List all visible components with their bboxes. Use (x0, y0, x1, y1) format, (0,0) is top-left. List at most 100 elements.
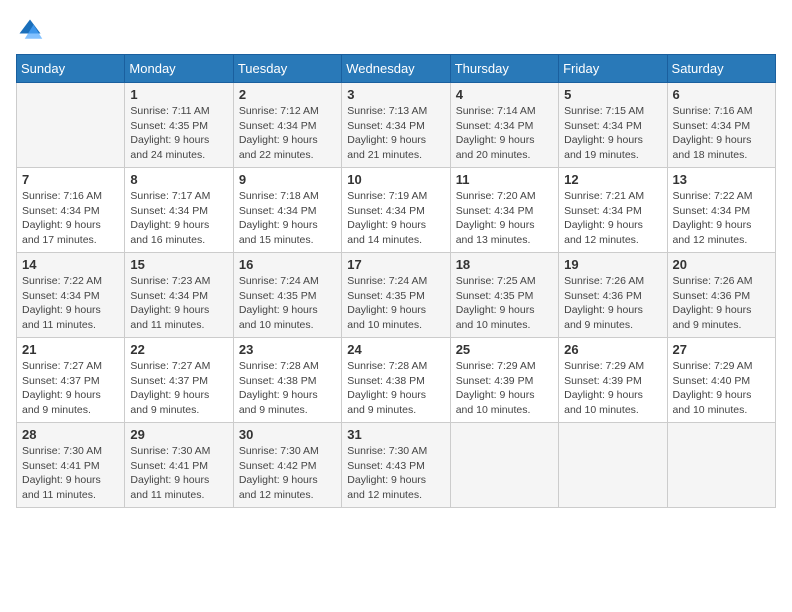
day-info: Sunrise: 7:23 AMSunset: 4:34 PMDaylight:… (130, 274, 227, 333)
day-number: 15 (130, 257, 227, 272)
calendar-cell: 21 Sunrise: 7:27 AMSunset: 4:37 PMDayligh… (17, 338, 125, 423)
column-header-monday: Monday (125, 55, 233, 83)
day-info: Sunrise: 7:29 AMSunset: 4:39 PMDaylight:… (564, 359, 661, 418)
calendar-week-row: 1 Sunrise: 7:11 AMSunset: 4:35 PMDaylight… (17, 83, 776, 168)
day-info: Sunrise: 7:14 AMSunset: 4:34 PMDaylight:… (456, 104, 553, 163)
day-info: Sunrise: 7:18 AMSunset: 4:34 PMDaylight:… (239, 189, 336, 248)
calendar-cell (559, 423, 667, 508)
day-number: 5 (564, 87, 661, 102)
day-number: 26 (564, 342, 661, 357)
column-header-sunday: Sunday (17, 55, 125, 83)
calendar-cell: 22 Sunrise: 7:27 AMSunset: 4:37 PMDayligh… (125, 338, 233, 423)
day-number: 28 (22, 427, 119, 442)
day-number: 24 (347, 342, 444, 357)
calendar-cell: 15 Sunrise: 7:23 AMSunset: 4:34 PMDayligh… (125, 253, 233, 338)
calendar-cell: 28 Sunrise: 7:30 AMSunset: 4:41 PMDayligh… (17, 423, 125, 508)
day-info: Sunrise: 7:28 AMSunset: 4:38 PMDaylight:… (239, 359, 336, 418)
calendar-table: SundayMondayTuesdayWednesdayThursdayFrid… (16, 54, 776, 508)
calendar-week-row: 7 Sunrise: 7:16 AMSunset: 4:34 PMDaylight… (17, 168, 776, 253)
day-info: Sunrise: 7:19 AMSunset: 4:34 PMDaylight:… (347, 189, 444, 248)
day-info: Sunrise: 7:26 AMSunset: 4:36 PMDaylight:… (564, 274, 661, 333)
column-header-tuesday: Tuesday (233, 55, 341, 83)
calendar-cell: 18 Sunrise: 7:25 AMSunset: 4:35 PMDayligh… (450, 253, 558, 338)
day-info: Sunrise: 7:26 AMSunset: 4:36 PMDaylight:… (673, 274, 770, 333)
calendar-cell: 25 Sunrise: 7:29 AMSunset: 4:39 PMDayligh… (450, 338, 558, 423)
calendar-week-row: 28 Sunrise: 7:30 AMSunset: 4:41 PMDayligh… (17, 423, 776, 508)
logo-icon (16, 16, 44, 44)
day-info: Sunrise: 7:16 AMSunset: 4:34 PMDaylight:… (673, 104, 770, 163)
calendar-cell: 20 Sunrise: 7:26 AMSunset: 4:36 PMDayligh… (667, 253, 775, 338)
calendar-cell: 30Sunrise: 7:30 AMSunset: 4:42 PMDayligh… (233, 423, 341, 508)
day-number: 13 (673, 172, 770, 187)
day-number: 23 (239, 342, 336, 357)
calendar-cell: 13 Sunrise: 7:22 AMSunset: 4:34 PMDayligh… (667, 168, 775, 253)
day-info: Sunrise: 7:16 AMSunset: 4:34 PMDaylight:… (22, 189, 119, 248)
calendar-cell: 26 Sunrise: 7:29 AMSunset: 4:39 PMDayligh… (559, 338, 667, 423)
day-info: Sunrise: 7:12 AMSunset: 4:34 PMDaylight:… (239, 104, 336, 163)
day-info: Sunrise: 7:28 AMSunset: 4:38 PMDaylight:… (347, 359, 444, 418)
calendar-cell: 10 Sunrise: 7:19 AMSunset: 4:34 PMDayligh… (342, 168, 450, 253)
day-info: Sunrise: 7:27 AMSunset: 4:37 PMDaylight:… (130, 359, 227, 418)
calendar-cell: 6 Sunrise: 7:16 AMSunset: 4:34 PMDaylight… (667, 83, 775, 168)
day-info: Sunrise: 7:21 AMSunset: 4:34 PMDaylight:… (564, 189, 661, 248)
day-info: Sunrise: 7:15 AMSunset: 4:34 PMDaylight:… (564, 104, 661, 163)
calendar-cell: 24 Sunrise: 7:28 AMSunset: 4:38 PMDayligh… (342, 338, 450, 423)
day-number: 19 (564, 257, 661, 272)
calendar-cell (450, 423, 558, 508)
day-number: 25 (456, 342, 553, 357)
calendar-week-row: 14Sunrise: 7:22 AMSunset: 4:34 PMDayligh… (17, 253, 776, 338)
calendar-cell: 31 Sunrise: 7:30 AMSunset: 4:43 PMDayligh… (342, 423, 450, 508)
day-info: Sunrise: 7:27 AMSunset: 4:37 PMDaylight:… (22, 359, 119, 418)
day-number: 7 (22, 172, 119, 187)
calendar-cell (17, 83, 125, 168)
day-number: 31 (347, 427, 444, 442)
day-number: 22 (130, 342, 227, 357)
day-info: Sunrise: 7:24 AMSunset: 4:35 PMDaylight:… (239, 274, 336, 333)
day-number: 4 (456, 87, 553, 102)
calendar-cell: 4 Sunrise: 7:14 AMSunset: 4:34 PMDaylight… (450, 83, 558, 168)
day-number: 20 (673, 257, 770, 272)
day-number: 12 (564, 172, 661, 187)
calendar-cell: 23 Sunrise: 7:28 AMSunset: 4:38 PMDayligh… (233, 338, 341, 423)
day-number: 29 (130, 427, 227, 442)
calendar-cell: 5 Sunrise: 7:15 AMSunset: 4:34 PMDaylight… (559, 83, 667, 168)
day-info: Sunrise: 7:29 AMSunset: 4:39 PMDaylight:… (456, 359, 553, 418)
day-info: Sunrise: 7:20 AMSunset: 4:34 PMDaylight:… (456, 189, 553, 248)
calendar-cell: 11 Sunrise: 7:20 AMSunset: 4:34 PMDayligh… (450, 168, 558, 253)
calendar-cell: 7 Sunrise: 7:16 AMSunset: 4:34 PMDaylight… (17, 168, 125, 253)
day-number: 8 (130, 172, 227, 187)
calendar-cell: 27Sunrise: 7:29 AMSunset: 4:40 PMDayligh… (667, 338, 775, 423)
column-header-friday: Friday (559, 55, 667, 83)
calendar-cell: 19 Sunrise: 7:26 AMSunset: 4:36 PMDayligh… (559, 253, 667, 338)
day-number: 18 (456, 257, 553, 272)
day-info: Sunrise: 7:17 AMSunset: 4:34 PMDaylight:… (130, 189, 227, 248)
calendar-cell: 9Sunrise: 7:18 AMSunset: 4:34 PMDaylight… (233, 168, 341, 253)
calendar-header-row: SundayMondayTuesdayWednesdayThursdayFrid… (17, 55, 776, 83)
column-header-thursday: Thursday (450, 55, 558, 83)
column-header-wednesday: Wednesday (342, 55, 450, 83)
day-info: Sunrise: 7:25 AMSunset: 4:35 PMDaylight:… (456, 274, 553, 333)
day-info: Sunrise: 7:30 AMSunset: 4:42 PMDaylight:… (239, 444, 336, 503)
calendar-cell: 14Sunrise: 7:22 AMSunset: 4:34 PMDayligh… (17, 253, 125, 338)
day-info: Sunrise: 7:22 AMSunset: 4:34 PMDaylight:… (22, 274, 119, 333)
day-info: Sunrise: 7:11 AMSunset: 4:35 PMDaylight:… (130, 104, 227, 163)
day-info: Sunrise: 7:30 AMSunset: 4:41 PMDaylight:… (22, 444, 119, 503)
day-number: 21 (22, 342, 119, 357)
day-number: 1 (130, 87, 227, 102)
day-info: Sunrise: 7:24 AMSunset: 4:35 PMDaylight:… (347, 274, 444, 333)
day-number: 10 (347, 172, 444, 187)
day-info: Sunrise: 7:13 AMSunset: 4:34 PMDaylight:… (347, 104, 444, 163)
day-info: Sunrise: 7:22 AMSunset: 4:34 PMDaylight:… (673, 189, 770, 248)
calendar-cell: 17 Sunrise: 7:24 AMSunset: 4:35 PMDayligh… (342, 253, 450, 338)
day-number: 6 (673, 87, 770, 102)
page-header (16, 16, 776, 44)
calendar-cell (667, 423, 775, 508)
calendar-week-row: 21 Sunrise: 7:27 AMSunset: 4:37 PMDayligh… (17, 338, 776, 423)
calendar-cell: 8 Sunrise: 7:17 AMSunset: 4:34 PMDaylight… (125, 168, 233, 253)
calendar-cell: 1 Sunrise: 7:11 AMSunset: 4:35 PMDaylight… (125, 83, 233, 168)
day-number: 17 (347, 257, 444, 272)
day-number: 27 (673, 342, 770, 357)
day-info: Sunrise: 7:30 AMSunset: 4:43 PMDaylight:… (347, 444, 444, 503)
day-number: 11 (456, 172, 553, 187)
calendar-cell: 16Sunrise: 7:24 AMSunset: 4:35 PMDayligh… (233, 253, 341, 338)
